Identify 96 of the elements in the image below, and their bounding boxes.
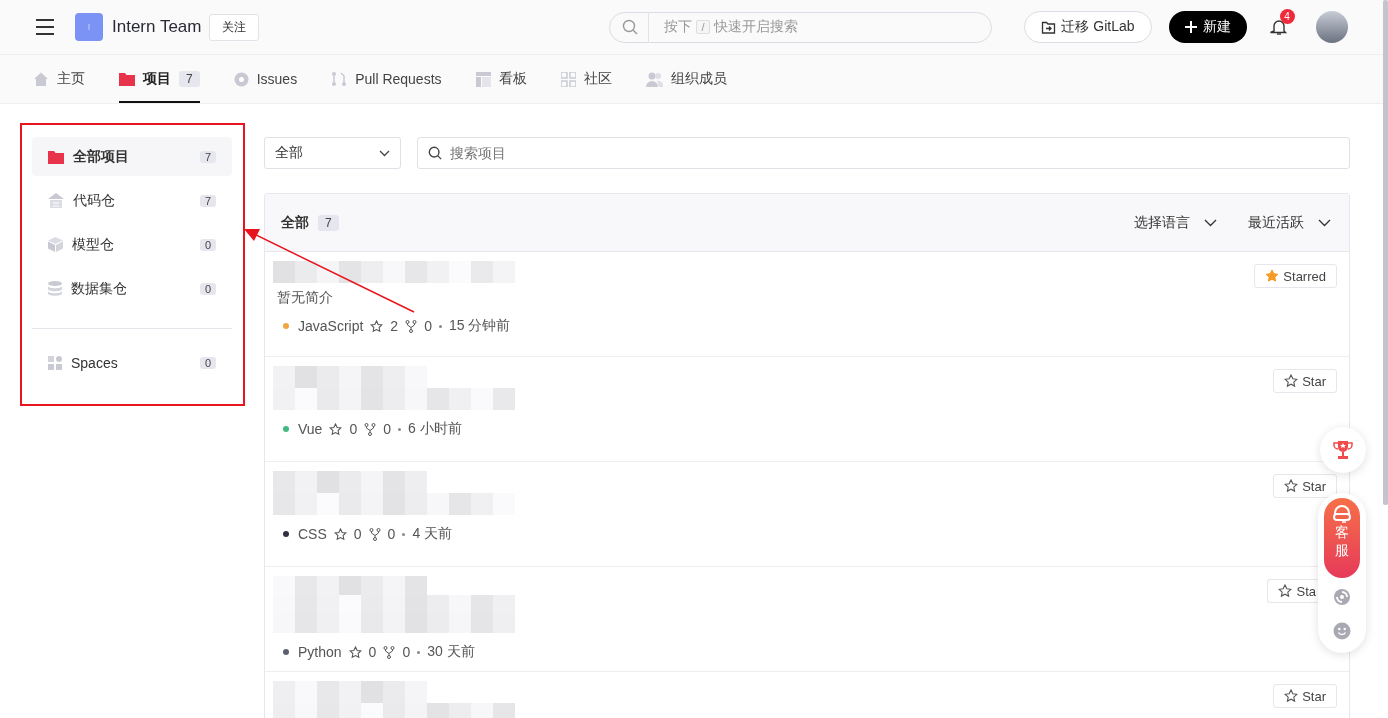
updated-time: 6 小时前	[408, 420, 462, 438]
item-count: 7	[199, 150, 216, 163]
star-count: 0	[368, 644, 377, 660]
star-button[interactable]: Star	[1273, 474, 1337, 498]
notification-icon[interactable]	[1269, 18, 1288, 36]
language-name: JavaScript	[298, 318, 364, 334]
house-icon	[33, 71, 49, 87]
sidebar-item[interactable]: 模型仓 0	[32, 225, 232, 264]
team-name: Intern Team	[112, 17, 202, 37]
item-count: 7	[199, 194, 216, 207]
language-name: Vue	[298, 421, 323, 437]
fork-count: 0	[383, 421, 391, 437]
nav-tab[interactable]: 社区	[560, 55, 612, 103]
user-avatar[interactable]	[1315, 11, 1348, 43]
item-count: 0	[199, 356, 216, 369]
project-description: 暂无简介	[277, 289, 334, 307]
star-count: 0	[353, 526, 362, 542]
scrollbar-thumb[interactable]	[1383, 0, 1388, 505]
list-title: 全部	[281, 213, 309, 232]
star-count: 2	[390, 318, 399, 334]
sort-dropdown[interactable]: 最近活跃	[1248, 213, 1331, 232]
cube-icon	[48, 237, 63, 252]
fork-icon	[383, 645, 396, 659]
star-button[interactable]: Sta	[1267, 579, 1318, 603]
project-search-field[interactable]: 搜索项目	[417, 137, 1350, 169]
project-count: 7	[179, 71, 200, 87]
nav-tab[interactable]: 组织成员	[645, 55, 727, 103]
fork-icon	[368, 527, 381, 541]
follow-button[interactable]: 关注	[209, 13, 260, 41]
chevron-down-icon	[1318, 218, 1331, 227]
updated-time: 4 天前	[412, 525, 453, 543]
sidebar-item[interactable]: 代码仓 7	[32, 181, 232, 220]
fork-icon	[405, 319, 418, 333]
star-button[interactable]: Starred	[1254, 264, 1337, 288]
star-icon	[370, 319, 384, 333]
board-icon	[475, 71, 491, 87]
sidebar-item[interactable]: 全部项目 7	[32, 137, 232, 176]
star-count: 0	[349, 421, 358, 437]
import-icon	[1041, 19, 1057, 35]
search-hint: 按下	[664, 18, 693, 36]
item-count: 0	[199, 282, 216, 295]
people-icon	[645, 71, 663, 87]
updated-time: 15 分钟前	[448, 317, 511, 335]
chevron-down-icon	[379, 149, 390, 157]
star-icon	[348, 645, 362, 659]
folder-icon	[48, 149, 64, 164]
language-dropdown[interactable]: 选择语言	[1134, 213, 1217, 232]
swirl-icon[interactable]	[1333, 588, 1351, 606]
star-icon	[333, 527, 347, 541]
fork-icon	[364, 422, 377, 436]
star-icon	[1284, 374, 1299, 388]
star-icon	[1265, 269, 1280, 283]
search-icon	[428, 146, 442, 160]
fork-count: 0	[387, 526, 396, 542]
plus-icon	[1184, 21, 1197, 33]
notification-count: 4	[1279, 9, 1295, 24]
issue-icon	[233, 71, 249, 87]
language-name: CSS	[298, 526, 327, 542]
repository-icon	[48, 193, 64, 208]
smiley-icon[interactable]	[1333, 622, 1351, 640]
item-count: 0	[199, 238, 216, 251]
folder-icon	[119, 72, 135, 86]
search-icon	[622, 19, 639, 35]
star-icon	[329, 422, 343, 436]
nav-tab[interactable]: 项目 7	[119, 55, 200, 103]
spaces-icon	[48, 355, 62, 370]
sidebar-item[interactable]: 数据集仓 0	[32, 269, 232, 308]
migrate-button[interactable]: 迁移 GitLab	[1024, 11, 1152, 43]
shortcut-key: /	[696, 20, 710, 34]
project-count: 7	[318, 214, 339, 231]
menu-icon[interactable]	[35, 19, 55, 35]
updated-time: 30 天前	[427, 643, 475, 661]
type-select[interactable]: 全部	[264, 137, 401, 169]
database-icon	[48, 281, 62, 296]
fork-count: 0	[424, 318, 432, 334]
star-button[interactable]: Star	[1273, 684, 1337, 708]
language-name: Python	[298, 644, 342, 660]
fork-count: 0	[402, 644, 411, 660]
star-button[interactable]: Star	[1273, 369, 1337, 393]
headset-icon	[1332, 504, 1352, 524]
nav-tab[interactable]: Issues	[233, 55, 298, 103]
star-icon	[1284, 689, 1299, 703]
nav-tab[interactable]: 看板	[475, 55, 527, 103]
star-icon	[1278, 584, 1293, 598]
new-button[interactable]: 新建	[1168, 11, 1247, 43]
pull-request-icon	[331, 71, 348, 87]
nav-tab[interactable]: 主页	[33, 55, 85, 103]
trophy-button[interactable]	[1320, 427, 1366, 473]
chevron-down-icon	[1204, 218, 1217, 227]
customer-service-button[interactable]: 客 服	[1324, 498, 1360, 578]
nav-tab[interactable]: Pull Requests	[331, 55, 442, 103]
grid-icon	[560, 71, 576, 87]
trophy-icon	[1333, 440, 1353, 460]
star-icon	[1284, 479, 1299, 493]
search-hint: 快速开启搜索	[713, 18, 798, 36]
sidebar-item[interactable]: Spaces 0	[32, 343, 232, 382]
